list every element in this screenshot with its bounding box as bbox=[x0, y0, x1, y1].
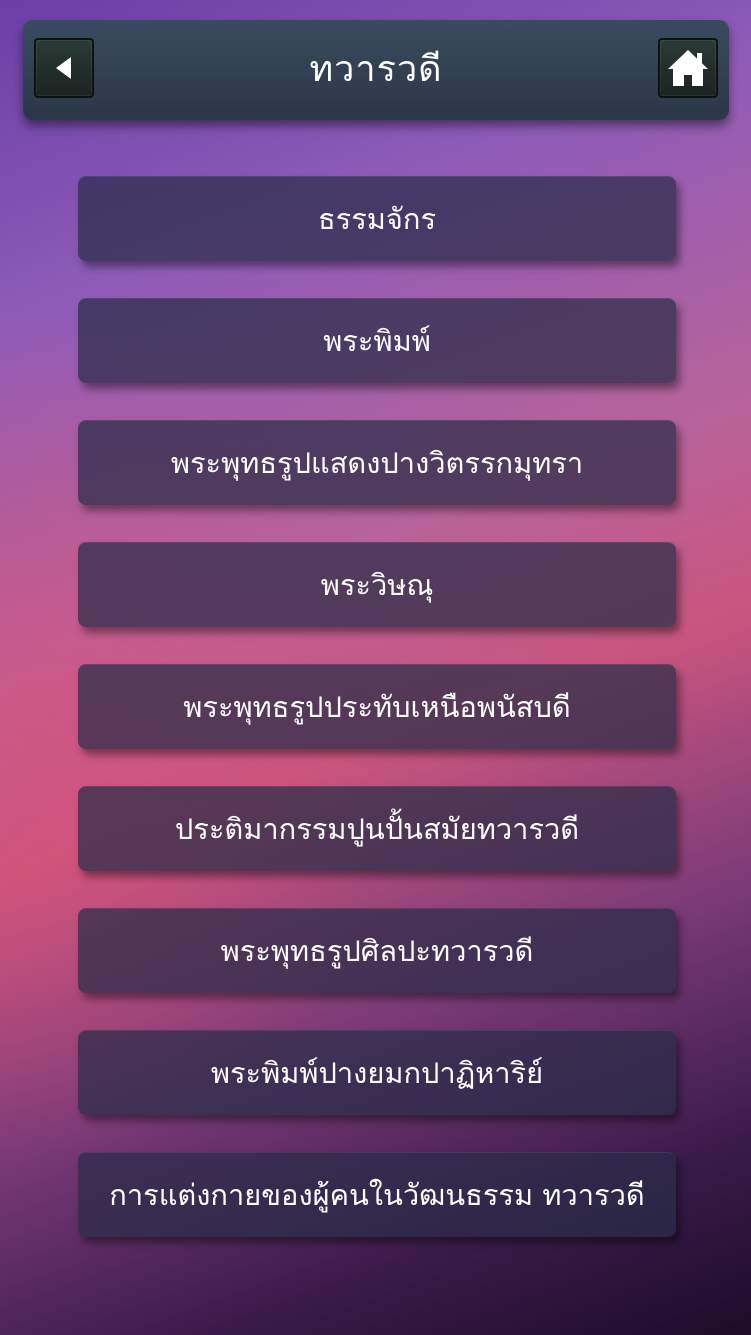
menu-item-votive-tablet[interactable]: พระพิมพ์ bbox=[78, 298, 676, 383]
menu-item-label: พระพุทธรูปประทับเหนือพนัสบดี bbox=[183, 689, 571, 724]
menu-item-label: การแต่งกายของผู้คนในวัฒนธรรม ทวารวดี bbox=[109, 1177, 645, 1212]
menu-item-dharmachakra[interactable]: ธรรมจักร bbox=[78, 176, 676, 261]
menu-item-label: ธรรมจักร bbox=[317, 201, 437, 236]
back-arrow-icon bbox=[56, 57, 71, 79]
menu-item-vitarka-buddha[interactable]: พระพุทธรูปแสดงปางวิตรรกมุทรา bbox=[78, 420, 676, 505]
menu-item-stucco-sculpture[interactable]: ประติมากรรมปูนปั้นสมัยทวารวดี bbox=[78, 786, 676, 871]
home-button[interactable] bbox=[658, 38, 718, 98]
menu-item-vishnu[interactable]: พระวิษณุ bbox=[78, 542, 676, 627]
menu-item-label: พระพิมพ์ปางยมกปาฏิหาริย์ bbox=[210, 1055, 544, 1090]
menu-item-label: พระวิษณุ bbox=[320, 567, 434, 602]
menu-item-label: ประติมากรรมปูนปั้นสมัยทวารวดี bbox=[174, 811, 580, 846]
menu-item-label: พระพิมพ์ bbox=[323, 323, 431, 358]
home-icon bbox=[668, 50, 708, 86]
menu-item-buddha-on-panasabodi[interactable]: พระพุทธรูปประทับเหนือพนัสบดี bbox=[78, 664, 676, 749]
menu-item-label: พระพุทธรูปศิลปะทวารวดี bbox=[220, 933, 534, 968]
top-bar: ทวารวดี bbox=[23, 20, 729, 120]
menu-item-dvaravati-buddha[interactable]: พระพุทธรูปศิลปะทวารวดี bbox=[78, 908, 676, 993]
back-button[interactable] bbox=[34, 38, 94, 98]
menu-item-dvaravati-dress[interactable]: การแต่งกายของผู้คนในวัฒนธรรม ทวารวดี bbox=[78, 1152, 676, 1237]
menu-item-label: พระพุทธรูปแสดงปางวิตรรกมุทรา bbox=[170, 445, 584, 480]
menu-item-twin-miracle-tablet[interactable]: พระพิมพ์ปางยมกปาฏิหาริย์ bbox=[78, 1030, 676, 1115]
page-title: ทวารวดี bbox=[309, 49, 443, 90]
